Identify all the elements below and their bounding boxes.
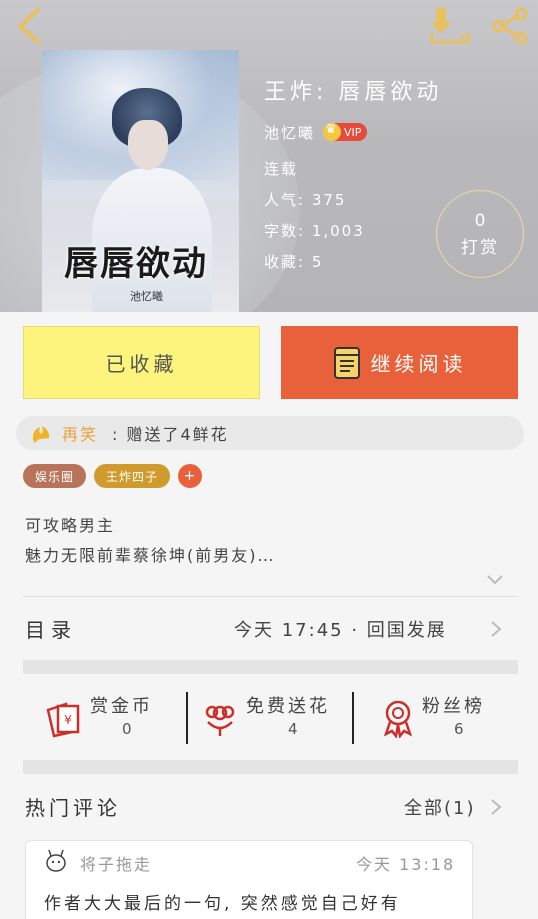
continue-reading-label: 继续阅读 bbox=[370, 352, 467, 376]
flower-icon bbox=[32, 426, 50, 443]
medal-icon bbox=[383, 700, 413, 738]
collect-label: 已收藏 bbox=[105, 352, 178, 376]
book-title: 王炸: 唇唇欲动 bbox=[264, 80, 443, 105]
add-tag-button[interactable]: + bbox=[178, 464, 203, 488]
chevron-left-icon bbox=[18, 8, 40, 44]
tag-list: 娱乐圈 王炸四子 + bbox=[23, 464, 203, 488]
stat-label: 粉丝榜 bbox=[422, 696, 485, 717]
cover-author: 池忆曦 bbox=[130, 290, 163, 303]
chevron-right-icon[interactable] bbox=[490, 798, 502, 816]
author-name[interactable]: 池忆曦 bbox=[264, 122, 315, 143]
section-separator bbox=[23, 660, 518, 674]
avatar bbox=[46, 849, 66, 872]
latest-chapter: 今天 17:45 · 回国发展 bbox=[234, 620, 447, 641]
gift-user[interactable]: 再笑 bbox=[62, 421, 98, 445]
comment-username[interactable]: 将子拖走 bbox=[80, 851, 152, 875]
svg-text:¥: ¥ bbox=[64, 713, 72, 727]
book-favorites: 收藏: 5 bbox=[264, 253, 324, 271]
comment-time: 今天 13:18 bbox=[356, 855, 456, 874]
download-icon bbox=[430, 8, 470, 44]
book-icon bbox=[333, 346, 360, 379]
section-separator bbox=[23, 760, 518, 774]
book-popularity: 人气: 375 bbox=[264, 191, 347, 209]
tag-item[interactable]: 娱乐圈 bbox=[23, 464, 87, 488]
fan-ranking-stat[interactable]: 粉丝榜 6 bbox=[378, 690, 538, 750]
collect-button[interactable]: 已收藏 bbox=[23, 326, 260, 399]
comment-text: 作者大大最后的一句, 突然感觉自己好有 bbox=[44, 894, 401, 914]
tip-label: 打赏 bbox=[461, 237, 499, 258]
free-flower-stat[interactable]: 免费送花 4 bbox=[200, 690, 365, 750]
stat-value: 0 bbox=[122, 720, 132, 738]
all-comments-link[interactable]: 全部(1) bbox=[404, 794, 476, 820]
flower-icon bbox=[205, 705, 235, 736]
vip-badge: VIP bbox=[323, 122, 368, 141]
crown-icon bbox=[323, 122, 342, 141]
description-line: 魅力无限前辈蔡徐坤(前男友)… bbox=[25, 546, 276, 565]
hot-comments-title: 热门评论 bbox=[25, 796, 121, 820]
book-status: 连载 bbox=[264, 160, 299, 178]
vip-label: VIP bbox=[344, 125, 362, 139]
share-button[interactable] bbox=[488, 6, 532, 46]
continue-reading-button[interactable]: 继续阅读 bbox=[281, 326, 518, 399]
stat-value: 6 bbox=[454, 720, 464, 738]
book-header: 唇唇欲动 池忆曦 王炸: 唇唇欲动 池忆曦 VIP 连载 人气: 375 字数:… bbox=[0, 0, 538, 312]
book-cover[interactable]: 唇唇欲动 池忆曦 bbox=[42, 50, 239, 312]
stat-divider bbox=[186, 692, 188, 744]
toc-label: 目录 bbox=[25, 618, 77, 642]
cover-title: 唇唇欲动 bbox=[64, 244, 208, 284]
comment-card[interactable]: 将子拖走 今天 13:18 作者大大最后的一句, 突然感觉自己好有 bbox=[25, 840, 473, 919]
tip-count: 0 bbox=[474, 210, 486, 231]
tip-button[interactable]: 0 打赏 bbox=[436, 190, 524, 278]
chevron-down-icon[interactable] bbox=[486, 574, 504, 586]
stat-divider bbox=[352, 692, 354, 744]
stat-label: 赏金币 bbox=[90, 696, 153, 717]
red-envelope-icon: ¥ bbox=[46, 702, 80, 738]
gift-text: : 赠送了4鲜花 bbox=[112, 425, 229, 444]
divider bbox=[23, 596, 518, 597]
back-button[interactable] bbox=[12, 6, 46, 46]
author-row[interactable]: 池忆曦 VIP bbox=[264, 120, 368, 144]
tag-item[interactable]: 王炸四子 bbox=[94, 464, 171, 488]
stat-label: 免费送花 bbox=[246, 696, 330, 717]
download-button[interactable] bbox=[428, 6, 472, 46]
gift-notification[interactable]: 再笑 : 赠送了4鲜花 bbox=[16, 416, 524, 450]
share-icon bbox=[492, 7, 528, 45]
description-line: 可攻略男主 bbox=[25, 516, 116, 535]
stat-value: 4 bbox=[288, 720, 298, 738]
gold-coin-stat[interactable]: ¥ 赏金币 0 bbox=[44, 690, 209, 750]
book-word-count: 字数: 1,003 bbox=[264, 222, 365, 240]
chevron-right-icon bbox=[491, 621, 502, 637]
